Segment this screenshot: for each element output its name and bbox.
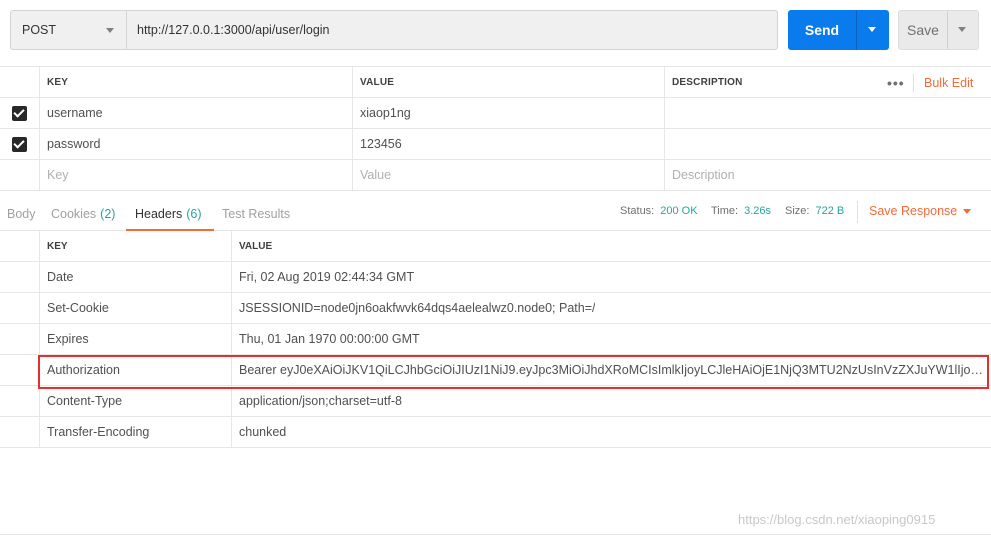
more-options-icon[interactable]: ••• bbox=[887, 67, 905, 99]
tab-body-label: Body bbox=[7, 207, 36, 221]
save-button[interactable]: Save bbox=[898, 10, 979, 50]
watermark: https://blog.csdn.net/xiaoping0915 bbox=[738, 512, 936, 527]
header-key: Set-Cookie bbox=[40, 293, 232, 323]
status-info: Status: 200 OK bbox=[620, 197, 698, 225]
send-button[interactable]: Send bbox=[788, 10, 889, 50]
size-info: Size: 722 B bbox=[785, 197, 844, 225]
size-value: 722 B bbox=[815, 205, 845, 217]
headers-header-key: KEY bbox=[40, 231, 232, 261]
params-header-row: KEY VALUE DESCRIPTION ••• Bulk Edit bbox=[0, 66, 991, 98]
row-gutter bbox=[0, 262, 40, 292]
table-row: Date Fri, 02 Aug 2019 02:44:34 GMT bbox=[0, 262, 991, 293]
row-gutter bbox=[0, 355, 40, 385]
header-value-text: Fri, 02 Aug 2019 02:44:34 GMT bbox=[239, 270, 415, 284]
bulk-edit-link[interactable]: Bulk Edit bbox=[924, 67, 973, 99]
header-value-text: JSESSIONID=node0jn6oakfwvk64dqs4aelealwz… bbox=[239, 301, 596, 315]
table-row: Transfer-Encoding chunked bbox=[0, 417, 991, 448]
tab-body[interactable]: Body bbox=[7, 197, 36, 231]
param-value[interactable]: 123456 bbox=[353, 129, 665, 159]
bulk-edit-divider bbox=[913, 74, 914, 92]
authorization-highlight-box bbox=[38, 355, 989, 389]
save-label: Save bbox=[907, 22, 939, 38]
params-header-key: KEY bbox=[40, 67, 353, 97]
time-info: Time: 3.26s bbox=[711, 197, 771, 225]
row-gutter bbox=[0, 324, 40, 354]
send-label: Send bbox=[804, 22, 840, 38]
param-new-row: Key Value Description bbox=[0, 160, 991, 191]
response-tabs: Body Cookies (2) Headers (6) Test Result… bbox=[0, 197, 991, 231]
header-value: chunked bbox=[232, 417, 991, 447]
tab-cookies-count: (2) bbox=[100, 207, 116, 221]
param-description[interactable] bbox=[665, 98, 991, 128]
param-row: password 123456 bbox=[0, 129, 991, 160]
param-value-input[interactable]: Value bbox=[353, 160, 665, 190]
header-value: Thu, 01 Jan 1970 00:00:00 GMT bbox=[232, 324, 991, 354]
tab-headers-label: Headers bbox=[135, 207, 183, 221]
tab-test-results[interactable]: Test Results bbox=[222, 197, 290, 231]
checkbox-checked-icon[interactable] bbox=[12, 105, 27, 121]
header-value: application/json;charset=utf-8 bbox=[232, 386, 991, 416]
time-value: 3.26s bbox=[744, 205, 772, 217]
header-value: Fri, 02 Aug 2019 02:44:34 GMT bbox=[232, 262, 991, 292]
param-key-input[interactable]: Key bbox=[40, 160, 353, 190]
tab-cookies-label: Cookies bbox=[51, 207, 97, 221]
param-key[interactable]: username bbox=[40, 98, 353, 128]
headers-header-row: KEY VALUE bbox=[0, 231, 991, 262]
status-label: Status: bbox=[620, 205, 655, 217]
url-input[interactable]: http://127.0.0.1:3000/api/user/login bbox=[126, 10, 778, 50]
params-header-check bbox=[0, 67, 40, 97]
param-row: username xiaop1ng bbox=[0, 98, 991, 129]
size-label: Size: bbox=[785, 205, 810, 217]
row-gutter bbox=[0, 386, 40, 416]
tab-test-results-label: Test Results bbox=[222, 207, 291, 221]
send-options-chevron-icon[interactable] bbox=[857, 10, 889, 50]
header-value-text: chunked bbox=[239, 425, 287, 439]
chevron-down-icon bbox=[106, 28, 114, 33]
headers-header-value: VALUE bbox=[239, 240, 273, 252]
header-key: Content-Type bbox=[40, 386, 232, 416]
row-gutter bbox=[0, 231, 40, 261]
row-gutter bbox=[0, 417, 40, 447]
row-gutter bbox=[0, 293, 40, 323]
param-key[interactable]: password bbox=[40, 129, 353, 159]
status-value: 200 OK bbox=[660, 205, 698, 217]
checkbox-checked-icon[interactable] bbox=[12, 136, 27, 152]
tab-headers[interactable]: Headers (6) bbox=[135, 197, 202, 231]
url-text: http://127.0.0.1:3000/api/user/login bbox=[137, 23, 330, 37]
save-options-chevron-icon[interactable] bbox=[948, 11, 978, 49]
param-value[interactable]: xiaop1ng bbox=[353, 98, 665, 128]
save-response-button[interactable]: Save Response bbox=[869, 197, 957, 225]
header-value-text: application/json;charset=utf-8 bbox=[239, 394, 402, 408]
params-header-value: VALUE bbox=[353, 67, 665, 97]
tab-cookies[interactable]: Cookies (2) bbox=[51, 197, 115, 231]
table-row: Content-Type application/json;charset=ut… bbox=[0, 386, 991, 417]
tab-headers-count: (6) bbox=[186, 207, 202, 221]
param-checkbox-cell bbox=[0, 129, 40, 159]
header-key: Date bbox=[40, 262, 232, 292]
save-response-divider bbox=[857, 201, 858, 223]
table-row: Set-Cookie JSESSIONID=node0jn6oakfwvk64d… bbox=[0, 293, 991, 324]
table-row: Expires Thu, 01 Jan 1970 00:00:00 GMT bbox=[0, 324, 991, 355]
header-value-text: Thu, 01 Jan 1970 00:00:00 GMT bbox=[239, 332, 420, 346]
bottom-divider bbox=[0, 534, 991, 535]
save-response-chevron-icon[interactable] bbox=[963, 209, 971, 214]
method-label: POST bbox=[22, 23, 57, 37]
param-description[interactable] bbox=[665, 129, 991, 159]
param-checkbox-cell bbox=[0, 98, 40, 128]
time-label: Time: bbox=[711, 205, 739, 217]
method-select[interactable]: POST bbox=[10, 10, 126, 50]
header-key: Transfer-Encoding bbox=[40, 417, 232, 447]
header-key: Expires bbox=[40, 324, 232, 354]
param-description-input[interactable]: Description bbox=[665, 160, 991, 190]
param-checkbox-cell bbox=[0, 160, 40, 190]
header-value: JSESSIONID=node0jn6oakfwvk64dqs4aelealwz… bbox=[232, 293, 991, 323]
